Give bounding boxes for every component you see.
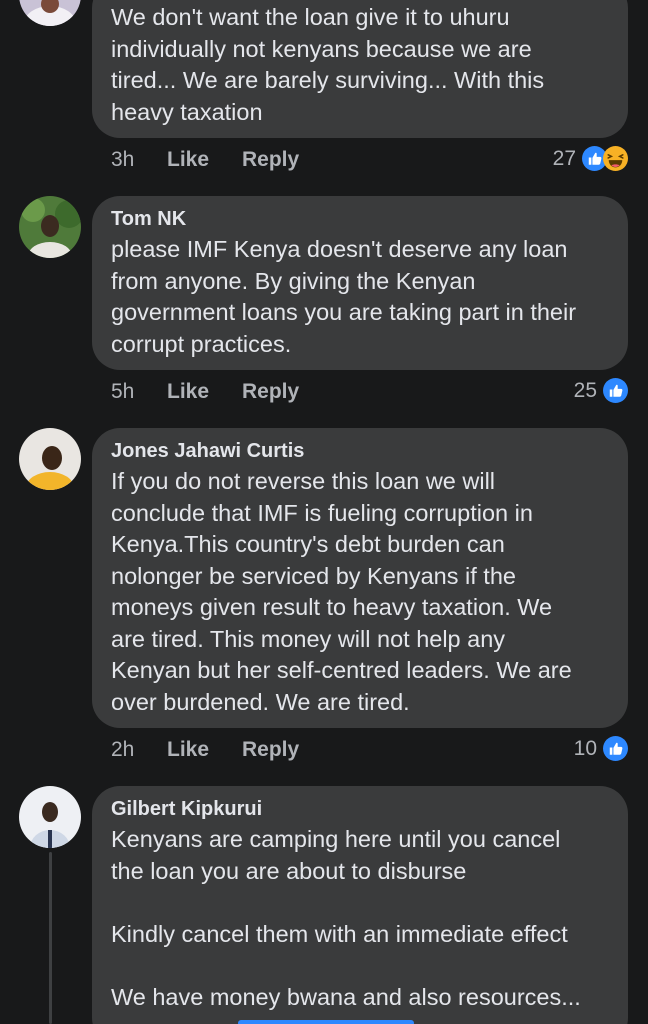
comment-bubble: Jones Jahawi Curtis If you do not revers… — [92, 428, 628, 728]
comment-actions: 5h Like Reply 25 — [111, 378, 628, 410]
reaction-count: 27 — [552, 146, 576, 170]
comment-bubble: We don't want the loan give it to uhuru … — [92, 0, 628, 138]
like-button[interactable]: Like — [167, 380, 209, 404]
comment-author[interactable]: Gilbert Kipkurui — [111, 794, 610, 824]
like-button[interactable]: Like — [167, 738, 209, 762]
comment-author[interactable]: Tom NK — [111, 204, 610, 234]
avatar[interactable] — [19, 786, 81, 848]
comment-timestamp[interactable]: 5h — [111, 380, 134, 404]
comment-timestamp[interactable]: 2h — [111, 738, 134, 762]
comment-text: We don't want the loan give it to uhuru … — [111, 4, 545, 125]
reply-thread-line — [49, 852, 52, 1024]
comment-text: Kenyans are camping here until you cance… — [111, 826, 581, 1010]
comment-actions: 3h Like Reply 27 — [111, 146, 628, 178]
comment-timestamp[interactable]: 3h — [111, 148, 134, 172]
reaction-count: 25 — [573, 378, 597, 402]
scroll-indicator — [238, 1020, 414, 1024]
comments-page: We don't want the loan give it to uhuru … — [0, 0, 648, 1024]
reply-button[interactable]: Reply — [242, 380, 299, 404]
avatar[interactable] — [19, 196, 81, 258]
reaction-count: 10 — [573, 736, 597, 760]
reaction-summary[interactable]: 10 — [574, 736, 628, 761]
comment-actions: 2h Like Reply 10 — [111, 736, 628, 768]
avatar[interactable] — [19, 428, 81, 490]
reply-button[interactable]: Reply — [242, 738, 299, 762]
comment-bubble: Tom NK please IMF Kenya doesn't deserve … — [92, 196, 628, 370]
like-icon — [603, 378, 628, 403]
like-button[interactable]: Like — [167, 148, 209, 172]
comment-text: please IMF Kenya doesn't deserve any loa… — [111, 236, 577, 357]
reply-button[interactable]: Reply — [242, 148, 299, 172]
reaction-summary[interactable]: 25 — [574, 378, 628, 403]
like-icon — [603, 736, 628, 761]
avatar[interactable] — [19, 0, 81, 26]
comment-bubble: Gilbert Kipkurui Kenyans are camping her… — [92, 786, 628, 1024]
haha-icon — [603, 146, 628, 171]
reaction-summary[interactable]: 27 — [553, 146, 628, 171]
comment-author[interactable]: Jones Jahawi Curtis — [111, 436, 610, 466]
comment-text: If you do not reverse this loan we will … — [111, 468, 572, 715]
